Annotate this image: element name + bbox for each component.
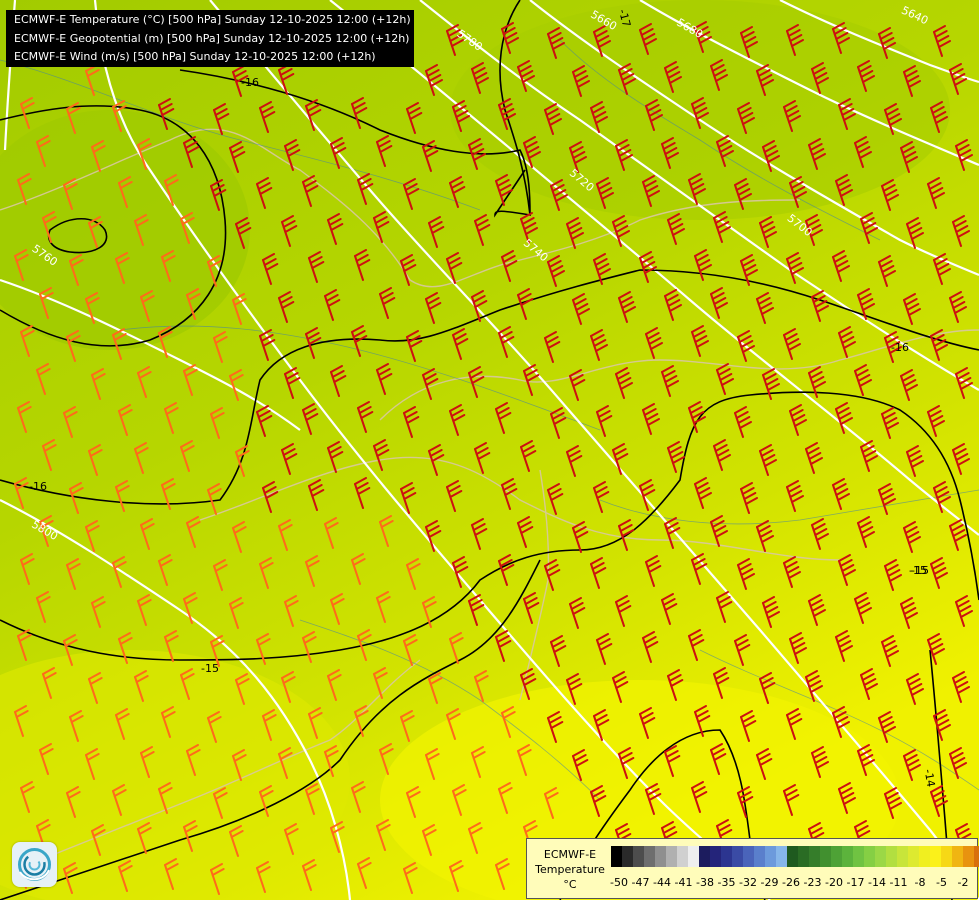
legend-tick-label: -2 bbox=[957, 876, 969, 889]
legend-tick-label: -47 bbox=[631, 876, 650, 889]
svg-text:-15: -15 bbox=[911, 564, 929, 577]
legend-swatch bbox=[908, 846, 919, 867]
legend-swatch bbox=[765, 846, 776, 867]
weather-map: 57805760 57405720570056805660 56405800-17-… bbox=[0, 0, 979, 900]
legend-swatch bbox=[842, 846, 853, 867]
legend-swatch bbox=[875, 846, 886, 867]
legend-tick-label: -44 bbox=[653, 876, 671, 889]
legend-swatch bbox=[688, 846, 699, 867]
legend-swatch bbox=[941, 846, 952, 867]
legend-swatch bbox=[787, 846, 798, 867]
legend-swatch bbox=[666, 846, 677, 867]
legend-swatch bbox=[743, 846, 754, 867]
legend-title-model: ECMWF-E bbox=[543, 848, 597, 861]
legend-tick-label: -38 bbox=[696, 876, 714, 889]
legend-tick-label: -8 bbox=[914, 876, 926, 889]
svg-text:-16: -16 bbox=[891, 341, 909, 354]
svg-text:-16: -16 bbox=[29, 480, 47, 493]
title-wind: ECMWF-E Wind (m/s) [500 hPa] Sunday 12-1… bbox=[14, 50, 376, 63]
weather-map-viewer: 5780 5760 5740 5720 5700 5680 5660 5640 5800 -17-… bbox=[0, 0, 979, 900]
legend-tick-label: -35 bbox=[717, 876, 736, 889]
legend-swatch bbox=[721, 846, 732, 867]
map-title-box: ECMWF-E Temperature (°C) [500 hPa] Sunda… bbox=[6, 10, 414, 67]
legend-title: ECMWF-E Temperature °C bbox=[533, 847, 607, 892]
contour-label: -15 bbox=[911, 564, 929, 577]
contour-label: -16 bbox=[241, 76, 259, 89]
legend-swatch bbox=[798, 846, 809, 867]
legend-swatch bbox=[919, 846, 930, 867]
legend-tick-label: -5 bbox=[936, 876, 947, 889]
ecmwf-logo bbox=[12, 842, 57, 887]
legend-swatch bbox=[820, 846, 831, 867]
legend-swatch bbox=[886, 846, 897, 867]
legend-swatch bbox=[710, 846, 721, 867]
legend-tick-label: -23 bbox=[803, 876, 822, 889]
legend-tick-label: -41 bbox=[674, 876, 693, 889]
svg-text:-15: -15 bbox=[201, 662, 219, 675]
legend-tick-label: -29 bbox=[760, 876, 779, 889]
legend-swatch bbox=[974, 846, 979, 867]
legend-swatch bbox=[864, 846, 875, 867]
legend-tick-label: -26 bbox=[782, 876, 800, 889]
legend-swatch bbox=[963, 846, 974, 867]
contour-label: -16 bbox=[891, 341, 909, 354]
legend-swatch bbox=[930, 846, 941, 867]
legend-swatch bbox=[644, 846, 655, 867]
legend-swatch bbox=[732, 846, 743, 867]
temperature-legend: ECMWF-E Temperature °C -50 -47 -44 -41 -38 -3… bbox=[526, 838, 979, 899]
title-geopotential: ECMWF-E Geopotential (m) [500 hPa] Sunda… bbox=[14, 31, 410, 45]
legend-swatch bbox=[952, 846, 963, 867]
contour-label: -16 bbox=[29, 480, 47, 493]
legend-swatch bbox=[853, 846, 864, 867]
legend-swatch bbox=[611, 846, 622, 867]
legend-tick-label: -17 bbox=[846, 876, 865, 889]
title-temperature: ECMWF-E Temperature (°C) [500 hPa] Sunda… bbox=[14, 13, 411, 26]
legend-swatch bbox=[754, 846, 765, 867]
legend-swatch bbox=[699, 846, 710, 867]
legend-tick-label: -11 bbox=[889, 876, 908, 889]
legend-tick-label: -20 bbox=[825, 876, 843, 889]
legend-unit: °C bbox=[563, 878, 577, 891]
legend-color-scale bbox=[611, 846, 979, 867]
legend-title-variable: Temperature bbox=[535, 863, 605, 876]
legend-tick-labels: -50 -47 -44 -41 -38 -35 -32 -29 -26 -23 -20 -17 -14-… bbox=[610, 876, 971, 890]
legend-swatch bbox=[655, 846, 666, 867]
legend-swatch bbox=[831, 846, 842, 867]
legend-swatch bbox=[633, 846, 644, 867]
svg-text:-16: -16 bbox=[241, 76, 259, 89]
legend-swatch bbox=[776, 846, 787, 867]
legend-tick-label: -50 bbox=[610, 876, 628, 889]
legend-tick-label: -14 bbox=[868, 876, 886, 889]
ecmwf-swirl-icon bbox=[18, 848, 51, 881]
contour-label: -15 bbox=[201, 662, 219, 675]
legend-swatch bbox=[809, 846, 820, 867]
legend-tick-label: -32 bbox=[739, 876, 757, 889]
legend-swatch bbox=[897, 846, 908, 867]
legend-swatch bbox=[622, 846, 633, 867]
legend-swatch bbox=[677, 846, 688, 867]
